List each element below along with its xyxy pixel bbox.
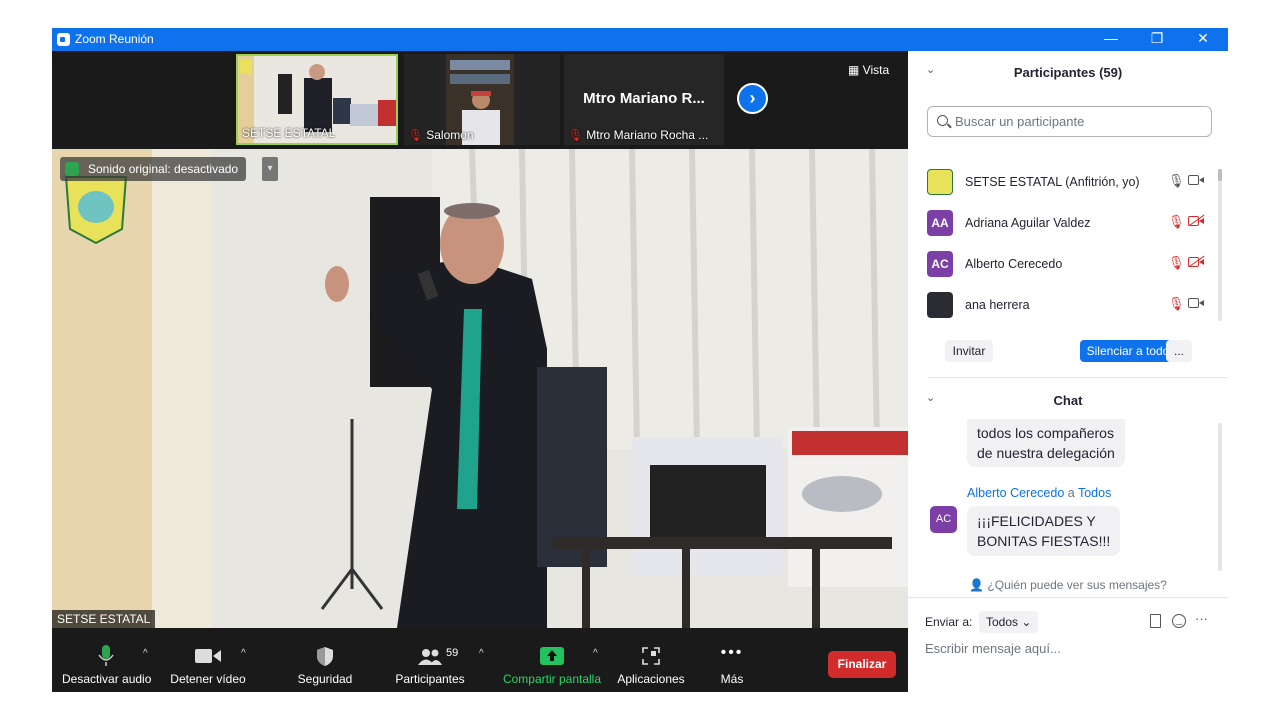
microphone-icon <box>98 645 114 666</box>
share-screen-icon <box>540 647 564 665</box>
chevron-down-icon: ⌄ <box>1021 615 1032 629</box>
mic-muted-icon: 🎙 <box>1168 296 1185 311</box>
participant-row[interactable]: AC Alberto Cerecedo 🎙 <box>908 244 1218 285</box>
mic-muted-icon: 🎙 <box>1168 255 1185 270</box>
camera-off-icon <box>1188 256 1205 268</box>
participants-options-caret[interactable]: ^ <box>479 648 484 659</box>
who-can-see-messages-link[interactable]: 👤 ¿Quién puede ver sus mensajes? <box>908 578 1228 592</box>
chat-header: ⌄ Chat <box>908 379 1228 419</box>
chat-scrollbar[interactable] <box>1218 423 1222 571</box>
send-to-dropdown[interactable]: Todos ⌄ <box>979 611 1039 633</box>
chat-message: ¡¡¡FELICIDADES Y BONITAS FIESTAS!!! <box>967 506 1121 556</box>
participants-scrollbar[interactable] <box>1218 169 1222 321</box>
camera-off-icon <box>1188 215 1205 227</box>
chat-message: todos los compañeros de nuestra delegaci… <box>967 419 1125 467</box>
mute-audio-button[interactable]: Desactivar audio <box>62 628 151 692</box>
audio-options-caret[interactable]: ^ <box>143 648 148 659</box>
meeting-toolbar: Desactivar audio ^ Detener vídeo ^ Segur… <box>52 628 908 692</box>
end-meeting-button[interactable]: Finalizar <box>828 651 896 678</box>
minimize-button[interactable]: — <box>1088 28 1134 51</box>
participant-row[interactable]: AA Adriana Aguilar Valdez 🎙 <box>908 203 1218 244</box>
thumbnail-name: 🎙 Salomon <box>408 128 474 142</box>
speaker-name-label: SETSE ESTATAL <box>52 610 156 628</box>
view-button[interactable]: ▦ Vista <box>848 63 889 77</box>
video-area: SETSE ESTATAL 🎙 Salomon Mtro Mariano R...… <box>52 51 908 628</box>
search-icon <box>937 115 948 126</box>
video-options-caret[interactable]: ^ <box>241 648 246 659</box>
divider <box>928 377 1228 378</box>
chat-sender-line: Alberto Cerecedo a Todos <box>967 486 1112 500</box>
next-page-arrow-icon[interactable]: › <box>737 83 768 114</box>
thumbnail-name: SETSE ESTATAL <box>242 126 336 140</box>
stop-video-button[interactable]: Detener vídeo <box>168 628 248 692</box>
chat-message-input[interactable]: Escribir mensaje aquí... <box>925 641 1061 656</box>
video-camera-icon <box>195 649 221 663</box>
thumbnail-mariano[interactable]: Mtro Mariano R... 🎙 Mtro Mariano Rocha ..… <box>564 54 724 145</box>
original-sound-status[interactable]: Sonido original: desactivado <box>60 157 247 181</box>
avatar <box>927 292 953 318</box>
thumbnail-big-name: Mtro Mariano R... <box>583 90 705 107</box>
right-panel: ⌄ Participantes (59) Buscar un participa… <box>908 51 1228 692</box>
avatar: AA <box>927 210 953 236</box>
main-video: Sonido original: desactivado ▾ SETSE EST… <box>52 149 908 628</box>
window-title: Zoom Reunión <box>75 32 154 46</box>
mic-muted-icon: 🎙 <box>408 128 424 142</box>
participants-count: 59 <box>446 647 459 659</box>
close-button[interactable]: ✕ <box>1180 28 1226 51</box>
avatar <box>927 169 953 195</box>
title-bar: Zoom Reunión — ❐ ✕ <box>52 28 1228 51</box>
camera-icon <box>1188 297 1205 309</box>
zoom-window: Zoom Reunión — ❐ ✕ SETSE ESTATAL 🎙 Salom… <box>52 28 1228 692</box>
participants-more-button[interactable]: ... <box>1166 340 1192 362</box>
thumbnail-salomon[interactable]: 🎙 Salomon <box>404 54 560 145</box>
participant-search-input[interactable]: Buscar un participante <box>927 106 1212 137</box>
shield-check-icon <box>65 162 79 176</box>
participants-header: ⌄ Participantes (59) <box>908 51 1228 91</box>
apps-button[interactable]: Aplicaciones <box>614 628 688 692</box>
zoom-app-icon <box>57 33 70 46</box>
participants-title: Participantes (59) <box>1013 65 1123 80</box>
camera-icon <box>1188 174 1205 186</box>
invite-button[interactable]: Invitar <box>945 340 993 362</box>
send-to-label: Enviar a: <box>925 615 973 629</box>
shield-icon <box>317 647 333 666</box>
participants-button[interactable]: 59 Participantes <box>392 628 468 692</box>
apps-icon <box>642 647 660 665</box>
security-button[interactable]: Seguridad <box>292 628 358 692</box>
participant-row[interactable]: ana herrera 🎙 <box>908 285 1218 326</box>
more-button[interactable]: ••• Más <box>708 628 756 692</box>
thumbnail-name: 🎙 Mtro Mariano Rocha ... <box>568 128 709 142</box>
mic-muted-icon: 🎙 <box>568 128 584 142</box>
avatar: AC <box>927 251 953 277</box>
chat-title: Chat <box>1053 393 1083 408</box>
more-dots-icon: ••• <box>720 644 744 661</box>
speaker-video-image <box>52 149 908 628</box>
microphone-icon: 🎙 <box>1168 173 1185 188</box>
participants-icon <box>418 649 442 665</box>
chat-more-icon[interactable]: ··· <box>1195 611 1208 626</box>
mic-muted-icon: 🎙 <box>1168 214 1185 229</box>
grid-icon: ▦ <box>848 63 863 77</box>
divider <box>908 597 1228 598</box>
chat-avatar: AC <box>930 506 957 533</box>
person-lock-icon: 👤 <box>969 578 988 592</box>
participant-row[interactable]: SETSE ESTATAL (Anfitrión, yo) 🎙 <box>908 162 1218 203</box>
original-sound-dropdown[interactable]: ▾ <box>262 157 278 181</box>
file-icon[interactable] <box>1150 614 1161 628</box>
share-options-caret[interactable]: ^ <box>593 648 598 659</box>
emoji-icon[interactable]: ‿ <box>1172 614 1186 628</box>
restore-button[interactable]: ❐ <box>1134 28 1180 51</box>
share-screen-button[interactable]: Compartir pantalla <box>498 628 606 692</box>
thumbnail-strip: SETSE ESTATAL 🎙 Salomon Mtro Mariano R...… <box>52 51 908 147</box>
thumbnail-setse[interactable]: SETSE ESTATAL <box>236 54 398 145</box>
